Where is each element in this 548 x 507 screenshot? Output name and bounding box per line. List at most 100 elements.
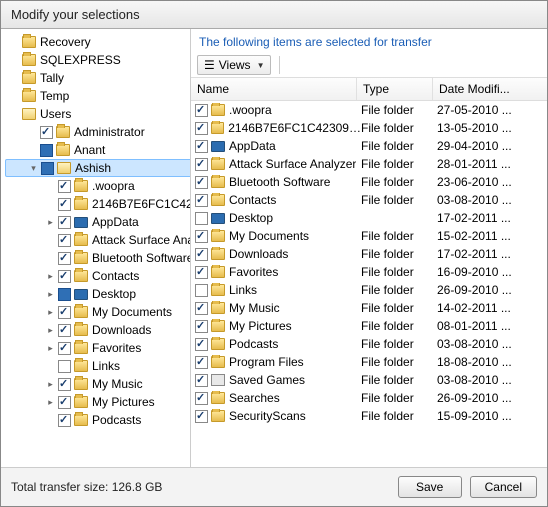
checkbox[interactable] bbox=[58, 180, 71, 193]
tree-item[interactable]: ▸AppData bbox=[5, 213, 191, 231]
tree-item-label: Podcasts bbox=[92, 413, 141, 427]
checkbox[interactable] bbox=[195, 176, 208, 189]
table-row[interactable]: DownloadsFile folder17-02-2011 ... bbox=[191, 245, 547, 263]
tree-item[interactable]: 2146B7E6FC1C423099 bbox=[5, 195, 191, 213]
checkbox[interactable] bbox=[195, 248, 208, 261]
tree-item[interactable]: ▾Ashish bbox=[5, 159, 191, 177]
checkbox[interactable] bbox=[195, 356, 208, 369]
checkbox[interactable] bbox=[195, 374, 208, 387]
checkbox[interactable] bbox=[195, 392, 208, 405]
table-row[interactable]: .woopraFile folder27-05-2010 ... bbox=[191, 101, 547, 119]
tree-item-label: Bluetooth Software bbox=[92, 251, 191, 265]
tree-item[interactable]: Administrator bbox=[5, 123, 191, 141]
tree-item[interactable]: Users bbox=[5, 105, 191, 123]
table-row[interactable]: Attack Surface AnalyzerFile folder28-01-… bbox=[191, 155, 547, 173]
table-row[interactable]: My MusicFile folder14-02-2011 ... bbox=[191, 299, 547, 317]
expand-icon[interactable]: ▸ bbox=[45, 397, 56, 408]
column-name[interactable]: Name bbox=[191, 78, 357, 100]
tree-item[interactable]: ▸My Documents bbox=[5, 303, 191, 321]
tree-item[interactable]: SQLEXPRESS bbox=[5, 51, 191, 69]
checkbox[interactable] bbox=[195, 230, 208, 243]
checkbox[interactable] bbox=[41, 162, 54, 175]
tree-item[interactable]: Bluetooth Software bbox=[5, 249, 191, 267]
checkbox[interactable] bbox=[195, 338, 208, 351]
table-row[interactable]: SearchesFile folder26-09-2010 ... bbox=[191, 389, 547, 407]
table-row[interactable]: LinksFile folder26-09-2010 ... bbox=[191, 281, 547, 299]
footer: Total transfer size: 126.8 GB Save Cance… bbox=[1, 467, 547, 506]
checkbox[interactable] bbox=[195, 410, 208, 423]
file-list[interactable]: .woopraFile folder27-05-2010 ...2146B7E6… bbox=[191, 101, 547, 467]
tree-item[interactable]: Attack Surface Analyz bbox=[5, 231, 191, 249]
checkbox[interactable] bbox=[58, 234, 71, 247]
column-type[interactable]: Type bbox=[357, 78, 433, 100]
table-row[interactable]: My PicturesFile folder08-01-2011 ... bbox=[191, 317, 547, 335]
tree-item[interactable]: Recovery bbox=[5, 33, 191, 51]
checkbox[interactable] bbox=[195, 194, 208, 207]
cancel-button[interactable]: Cancel bbox=[470, 476, 537, 498]
folder-icon bbox=[22, 54, 36, 66]
collapse-icon[interactable]: ▾ bbox=[28, 163, 39, 174]
table-row[interactable]: My DocumentsFile folder15-02-2011 ... bbox=[191, 227, 547, 245]
checkbox[interactable] bbox=[195, 284, 208, 297]
tree-item[interactable]: ▸Downloads bbox=[5, 321, 191, 339]
checkbox[interactable] bbox=[58, 252, 71, 265]
tree-item[interactable]: Podcasts bbox=[5, 411, 191, 429]
table-row[interactable]: Desktop17-02-2011 ... bbox=[191, 209, 547, 227]
expand-icon[interactable]: ▸ bbox=[45, 307, 56, 318]
checkbox[interactable] bbox=[58, 396, 71, 409]
checkbox[interactable] bbox=[58, 342, 71, 355]
tree-item[interactable]: Links bbox=[5, 357, 191, 375]
checkbox[interactable] bbox=[58, 270, 71, 283]
table-row[interactable]: PodcastsFile folder03-08-2010 ... bbox=[191, 335, 547, 353]
checkbox[interactable] bbox=[40, 126, 53, 139]
tree-item[interactable]: ▸Favorites bbox=[5, 339, 191, 357]
checkbox[interactable] bbox=[195, 122, 208, 135]
checkbox[interactable] bbox=[58, 198, 71, 211]
table-row[interactable]: FavoritesFile folder16-09-2010 ... bbox=[191, 263, 547, 281]
tree-item[interactable]: .woopra bbox=[5, 177, 191, 195]
checkbox[interactable] bbox=[195, 104, 208, 117]
checkbox[interactable] bbox=[40, 144, 53, 157]
row-type: File folder bbox=[361, 121, 437, 135]
save-button[interactable]: Save bbox=[398, 476, 462, 498]
expand-icon[interactable]: ▸ bbox=[45, 289, 56, 300]
list-header[interactable]: Name Type Date Modifi... bbox=[191, 78, 547, 101]
checkbox[interactable] bbox=[195, 266, 208, 279]
checkbox[interactable] bbox=[58, 324, 71, 337]
expand-icon[interactable]: ▸ bbox=[45, 325, 56, 336]
table-row[interactable]: Program FilesFile folder18-08-2010 ... bbox=[191, 353, 547, 371]
expand-icon[interactable]: ▸ bbox=[45, 217, 56, 228]
column-date[interactable]: Date Modifi... bbox=[433, 78, 547, 100]
views-button[interactable]: ☰ Views ▼ bbox=[197, 55, 271, 75]
checkbox[interactable] bbox=[195, 302, 208, 315]
table-row[interactable]: 2146B7E6FC1C423099...File folder13-05-20… bbox=[191, 119, 547, 137]
row-name: .woopra bbox=[229, 103, 272, 117]
checkbox[interactable] bbox=[195, 158, 208, 171]
table-row[interactable]: Bluetooth SoftwareFile folder23-06-2010 … bbox=[191, 173, 547, 191]
tree-item[interactable]: ▸My Pictures bbox=[5, 393, 191, 411]
expand-icon[interactable]: ▸ bbox=[45, 343, 56, 354]
tree-item[interactable]: Anant bbox=[5, 141, 191, 159]
expand-icon[interactable]: ▸ bbox=[45, 379, 56, 390]
checkbox[interactable] bbox=[58, 306, 71, 319]
table-row[interactable]: ContactsFile folder03-08-2010 ... bbox=[191, 191, 547, 209]
tree-item[interactable]: Temp bbox=[5, 87, 191, 105]
table-row[interactable]: SecurityScansFile folder15-09-2010 ... bbox=[191, 407, 547, 425]
tree-item[interactable]: Tally bbox=[5, 69, 191, 87]
checkbox[interactable] bbox=[58, 414, 71, 427]
expand-icon[interactable]: ▸ bbox=[45, 271, 56, 282]
row-date: 14-02-2011 ... bbox=[437, 301, 547, 315]
tree-item[interactable]: ▸My Music bbox=[5, 375, 191, 393]
tree-panel[interactable]: RecoverySQLEXPRESSTallyTempUsersAdminist… bbox=[1, 29, 191, 467]
checkbox[interactable] bbox=[195, 212, 208, 225]
table-row[interactable]: Saved GamesFile folder03-08-2010 ... bbox=[191, 371, 547, 389]
checkbox[interactable] bbox=[195, 140, 208, 153]
tree-item[interactable]: ▸Contacts bbox=[5, 267, 191, 285]
checkbox[interactable] bbox=[58, 378, 71, 391]
checkbox[interactable] bbox=[195, 320, 208, 333]
tree-item[interactable]: ▸Desktop bbox=[5, 285, 191, 303]
checkbox[interactable] bbox=[58, 216, 71, 229]
checkbox[interactable] bbox=[58, 288, 71, 301]
table-row[interactable]: AppDataFile folder29-04-2010 ... bbox=[191, 137, 547, 155]
checkbox[interactable] bbox=[58, 360, 71, 373]
